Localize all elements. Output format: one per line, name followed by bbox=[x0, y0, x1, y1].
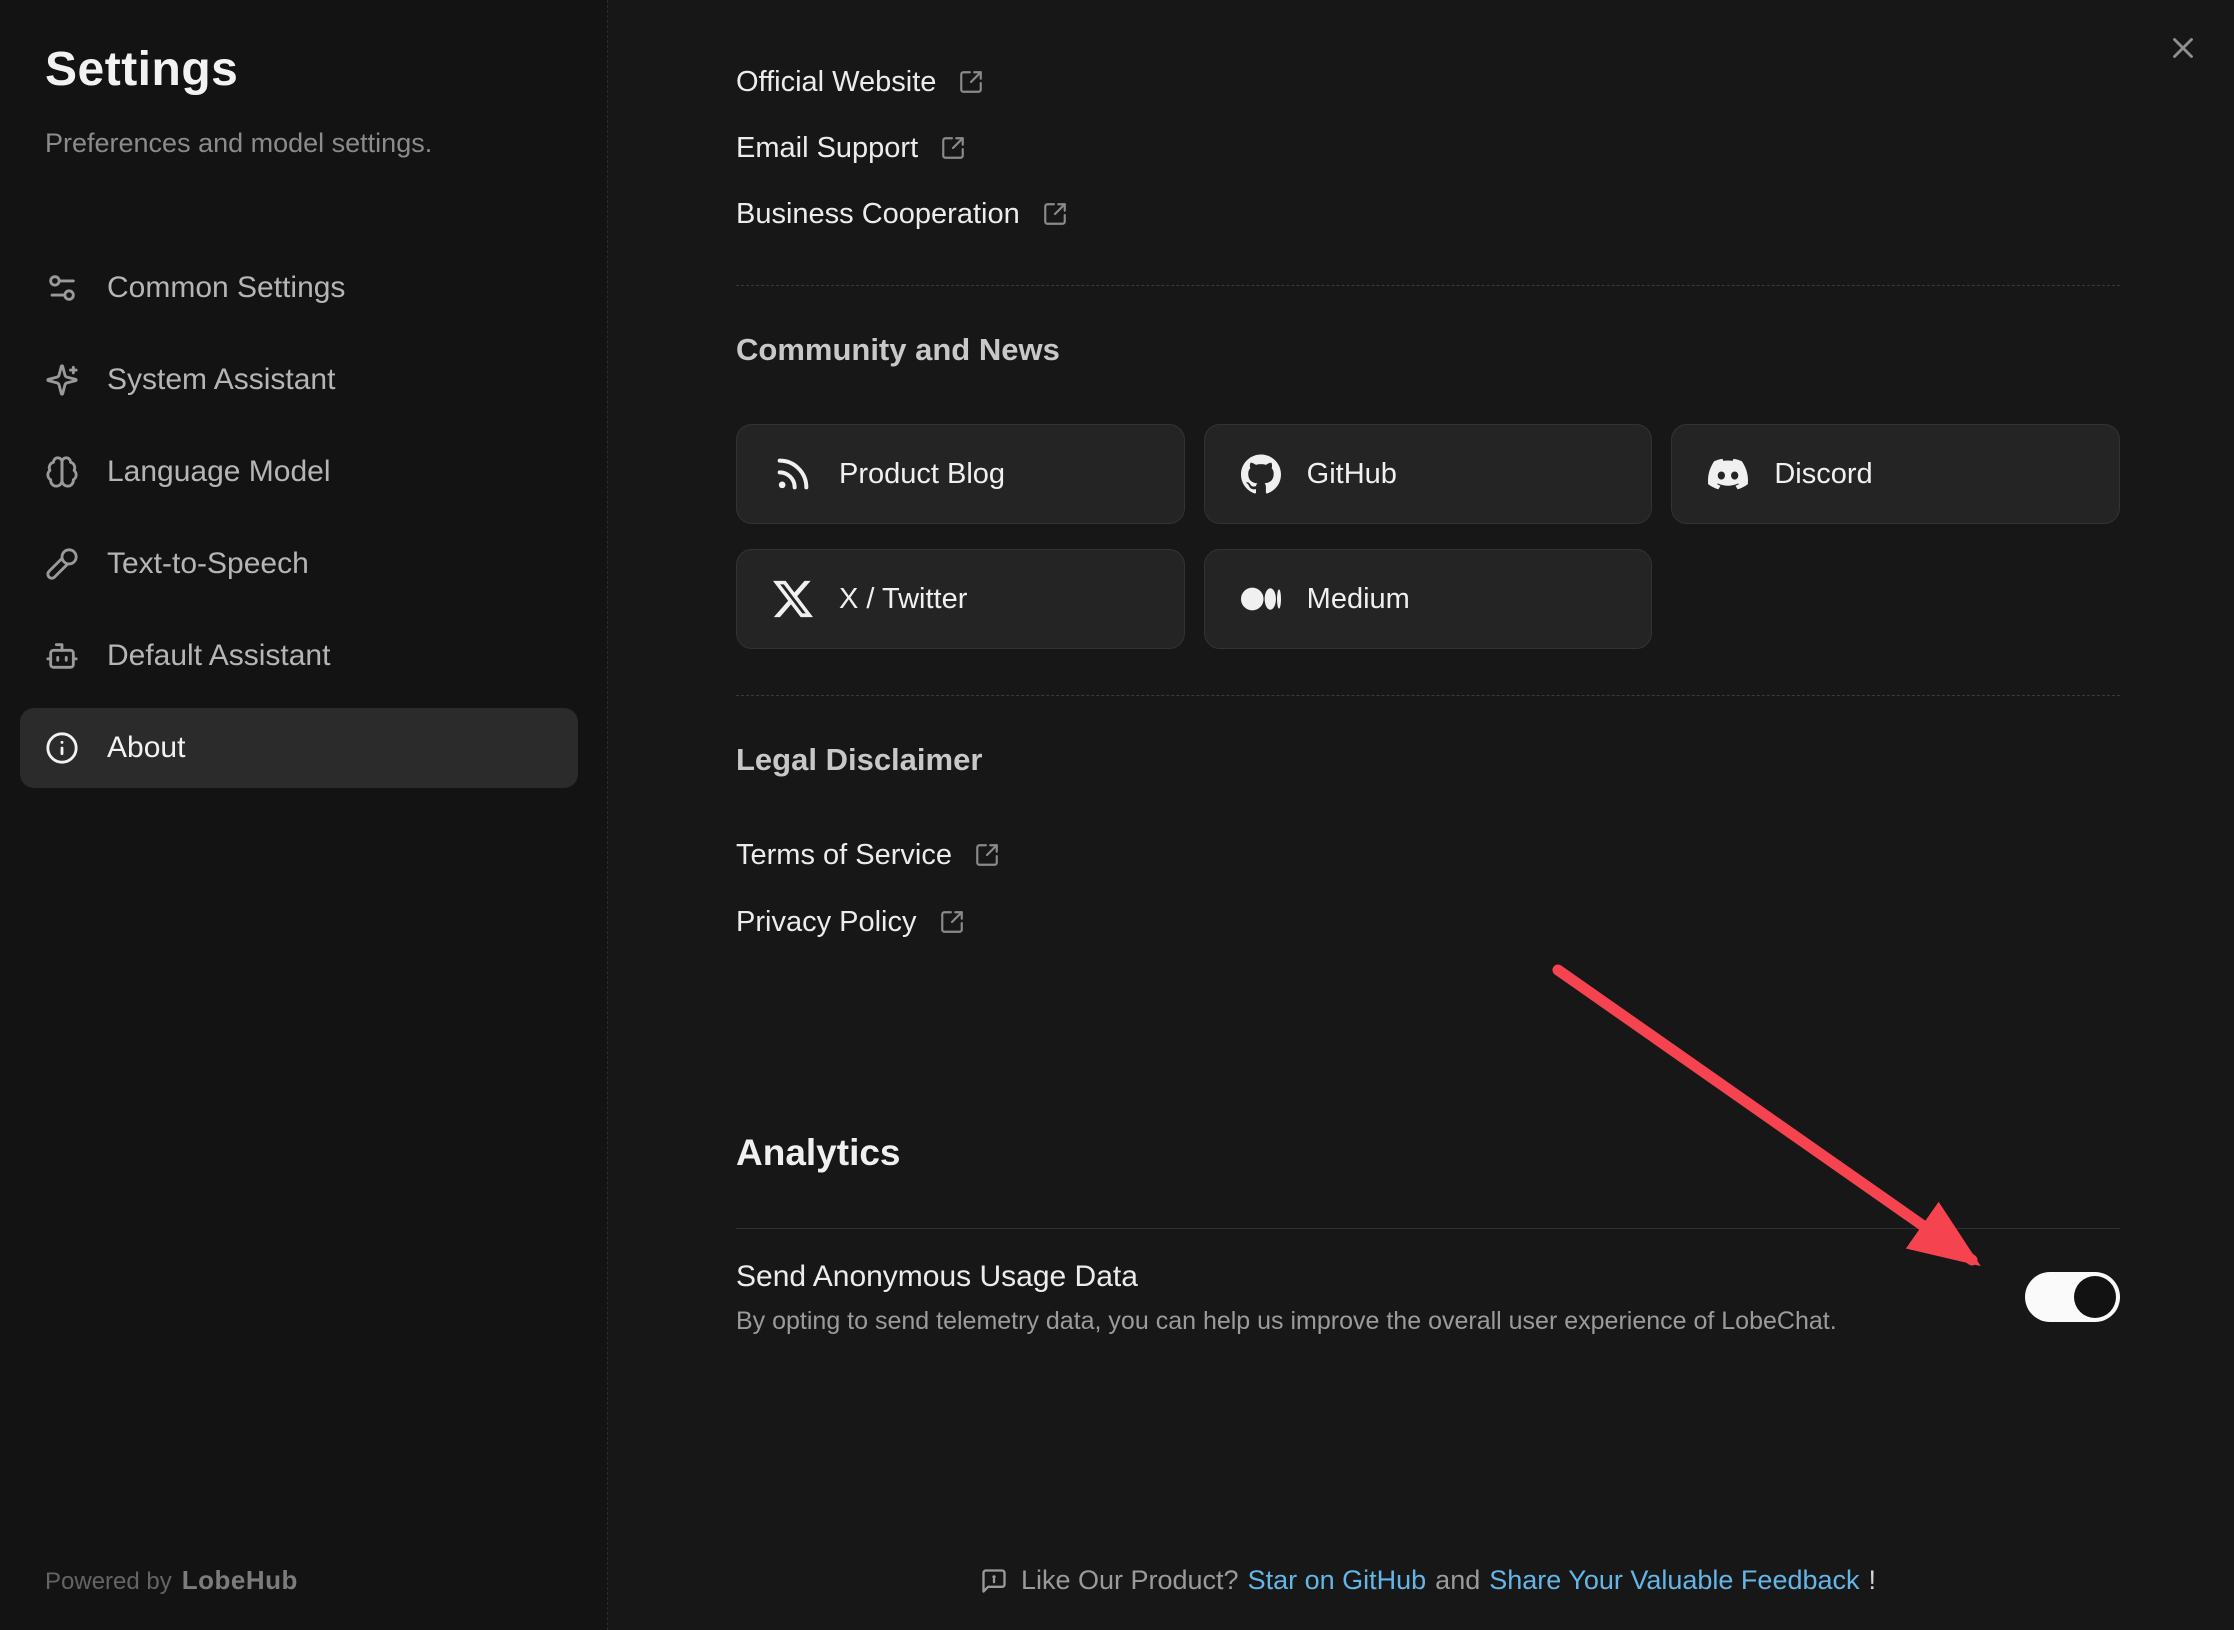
contact-us-heading: Contact Us bbox=[736, 0, 900, 4]
external-link-icon bbox=[958, 69, 984, 95]
star-on-github-link[interactable]: Star on GitHub bbox=[1248, 1565, 1427, 1596]
about-content: Contact Us Official Website Email Suppor… bbox=[736, 0, 2120, 1630]
sidebar-item-common-settings[interactable]: Common Settings bbox=[20, 248, 578, 328]
button-label: GitHub bbox=[1307, 458, 1397, 491]
sidebar-item-system-assistant[interactable]: System Assistant bbox=[20, 340, 578, 420]
community-buttons: Product Blog GitHub Discord X / Twitter … bbox=[736, 424, 2120, 649]
contact-links: Official Website Email Support Business … bbox=[736, 59, 1068, 237]
sparkles-icon bbox=[45, 363, 79, 397]
sidebar-item-text-to-speech[interactable]: Text-to-Speech bbox=[20, 524, 578, 604]
bot-icon bbox=[45, 639, 79, 673]
close-icon[interactable] bbox=[2166, 31, 2200, 65]
sidebar-item-label: Language Model bbox=[107, 455, 331, 489]
sidebar-item-label: System Assistant bbox=[107, 363, 335, 397]
sliders-icon bbox=[45, 271, 79, 305]
rss-icon bbox=[773, 454, 813, 494]
footer-prefix: Like Our Product? bbox=[1021, 1565, 1239, 1596]
link-label: Official Website bbox=[736, 66, 936, 99]
x-twitter-icon bbox=[773, 579, 813, 619]
brand-logo: LobeHub bbox=[182, 1565, 298, 1595]
discord-icon bbox=[1708, 454, 1748, 494]
usage-data-description: By opting to send telemetry data, you ca… bbox=[736, 1304, 1837, 1338]
usage-data-setting: Send Anonymous Usage Data By opting to s… bbox=[736, 1256, 2120, 1338]
button-label: X / Twitter bbox=[839, 583, 967, 616]
mic-icon bbox=[45, 547, 79, 581]
share-feedback-link[interactable]: Share Your Valuable Feedback bbox=[1489, 1565, 1859, 1596]
discord-button[interactable]: Discord bbox=[1671, 424, 2120, 524]
github-button[interactable]: GitHub bbox=[1204, 424, 1653, 524]
footer-conjunction: and bbox=[1435, 1565, 1480, 1596]
medium-button[interactable]: Medium bbox=[1204, 549, 1653, 649]
section-divider bbox=[736, 695, 2120, 696]
feedback-bubble-icon bbox=[980, 1567, 1008, 1595]
terms-of-service-link[interactable]: Terms of Service bbox=[736, 832, 1000, 878]
analytics-heading: Analytics bbox=[736, 1132, 901, 1174]
sidebar-item-label: Text-to-Speech bbox=[107, 547, 309, 581]
sidebar-menu: Common Settings System Assistant Languag… bbox=[20, 248, 578, 788]
sidebar-item-label: About bbox=[107, 731, 185, 765]
medium-icon bbox=[1241, 579, 1281, 619]
footer-suffix: ! bbox=[1869, 1565, 1877, 1596]
button-label: Medium bbox=[1307, 583, 1410, 616]
external-link-icon bbox=[974, 842, 1000, 868]
community-heading: Community and News bbox=[736, 332, 1060, 368]
sidebar-item-label: Common Settings bbox=[107, 271, 345, 305]
brain-icon bbox=[45, 455, 79, 489]
external-link-icon bbox=[1042, 201, 1068, 227]
usage-data-title: Send Anonymous Usage Data bbox=[736, 1256, 1837, 1298]
powered-by-text: Powered by bbox=[45, 1568, 172, 1595]
github-icon bbox=[1241, 454, 1281, 494]
usage-data-toggle[interactable] bbox=[2025, 1272, 2120, 1322]
link-label: Privacy Policy bbox=[736, 906, 917, 939]
business-cooperation-link[interactable]: Business Cooperation bbox=[736, 191, 1068, 237]
link-label: Terms of Service bbox=[736, 839, 952, 872]
official-website-link[interactable]: Official Website bbox=[736, 59, 1068, 105]
link-label: Email Support bbox=[736, 132, 918, 165]
info-icon bbox=[45, 731, 79, 765]
section-divider bbox=[736, 1228, 2120, 1229]
usage-data-texts: Send Anonymous Usage Data By opting to s… bbox=[736, 1256, 1837, 1338]
external-link-icon bbox=[939, 909, 965, 935]
toggle-knob bbox=[2074, 1276, 2116, 1318]
x-twitter-button[interactable]: X / Twitter bbox=[736, 549, 1185, 649]
email-support-link[interactable]: Email Support bbox=[736, 125, 1068, 171]
sidebar-item-language-model[interactable]: Language Model bbox=[20, 432, 578, 512]
sidebar-item-label: Default Assistant bbox=[107, 639, 330, 673]
button-label: Product Blog bbox=[839, 458, 1005, 491]
sidebar-item-about[interactable]: About bbox=[20, 708, 578, 788]
product-blog-button[interactable]: Product Blog bbox=[736, 424, 1185, 524]
legal-heading: Legal Disclaimer bbox=[736, 742, 982, 778]
sidebar-item-default-assistant[interactable]: Default Assistant bbox=[20, 616, 578, 696]
about-panel: Contact Us Official Website Email Suppor… bbox=[609, 0, 2234, 1630]
powered-by: Powered by LobeHub bbox=[45, 1565, 298, 1596]
link-label: Business Cooperation bbox=[736, 198, 1020, 231]
feedback-footer: Like Our Product? Star on GitHub and Sha… bbox=[736, 1565, 2120, 1596]
settings-sidebar: Settings Preferences and model settings.… bbox=[0, 0, 608, 1630]
section-divider bbox=[736, 285, 2120, 286]
page-title: Settings bbox=[45, 42, 238, 97]
legal-links: Terms of Service Privacy Policy bbox=[736, 832, 1000, 945]
button-label: Discord bbox=[1774, 458, 1872, 491]
privacy-policy-link[interactable]: Privacy Policy bbox=[736, 899, 1000, 945]
page-subtitle: Preferences and model settings. bbox=[45, 128, 432, 159]
external-link-icon bbox=[940, 135, 966, 161]
